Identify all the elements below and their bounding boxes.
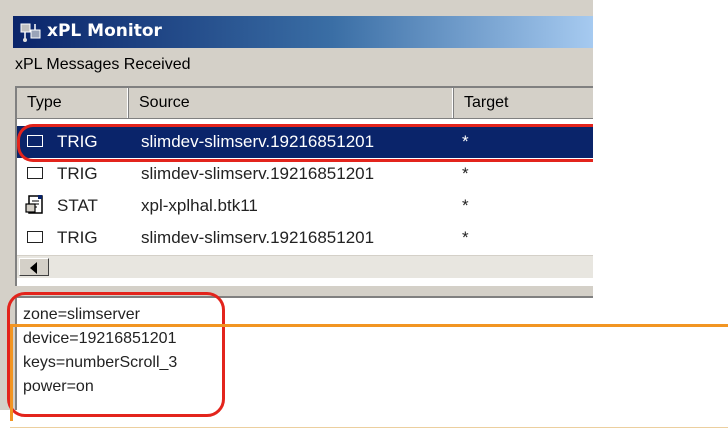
message-source: slimdev-slimserv.19216851201 <box>141 228 375 247</box>
messages-list[interactable]: Type Source Target TRIG slimdev-slimserv… <box>15 86 593 286</box>
envelope-icon <box>27 167 43 179</box>
message-type: TRIG <box>57 228 98 247</box>
message-target: * <box>462 228 469 247</box>
message-target: * <box>462 196 469 215</box>
horizontal-scrollbar[interactable] <box>17 255 593 278</box>
message-source: xpl-xplhal.btk11 <box>141 196 258 215</box>
status-report-icon <box>25 195 43 214</box>
message-row[interactable]: STAT xpl-xplhal.btk11 * <box>17 190 593 222</box>
title-bar[interactable]: xPL Monitor <box>13 16 593 48</box>
callout-line-vertical <box>10 324 13 421</box>
column-header-target[interactable]: Target <box>454 88 595 118</box>
message-row[interactable]: TRIG slimdev-slimserv.19216851201 * <box>17 222 593 254</box>
message-row[interactable]: TRIG slimdev-slimserv.19216851201 * <box>17 158 593 190</box>
callout-line <box>10 324 728 327</box>
scroll-left-button[interactable] <box>19 258 49 276</box>
envelope-icon <box>27 231 43 243</box>
bottom-divider <box>10 427 728 428</box>
arrow-left-icon <box>30 262 37 274</box>
xpl-app-icon <box>20 23 41 42</box>
list-header: Type Source Target <box>17 88 593 119</box>
message-type: TRIG <box>57 164 98 183</box>
message-source: slimdev-slimserv.19216851201 <box>141 164 375 183</box>
column-header-type[interactable]: Type <box>17 88 129 118</box>
message-type: STAT <box>57 196 98 215</box>
messages-received-label: xPL Messages Received <box>15 56 191 73</box>
window-title: xPL Monitor <box>47 21 162 41</box>
selected-row-highlight <box>17 124 593 162</box>
message-target: * <box>462 164 469 183</box>
column-header-source[interactable]: Source <box>129 88 454 118</box>
detail-highlight <box>7 292 225 417</box>
